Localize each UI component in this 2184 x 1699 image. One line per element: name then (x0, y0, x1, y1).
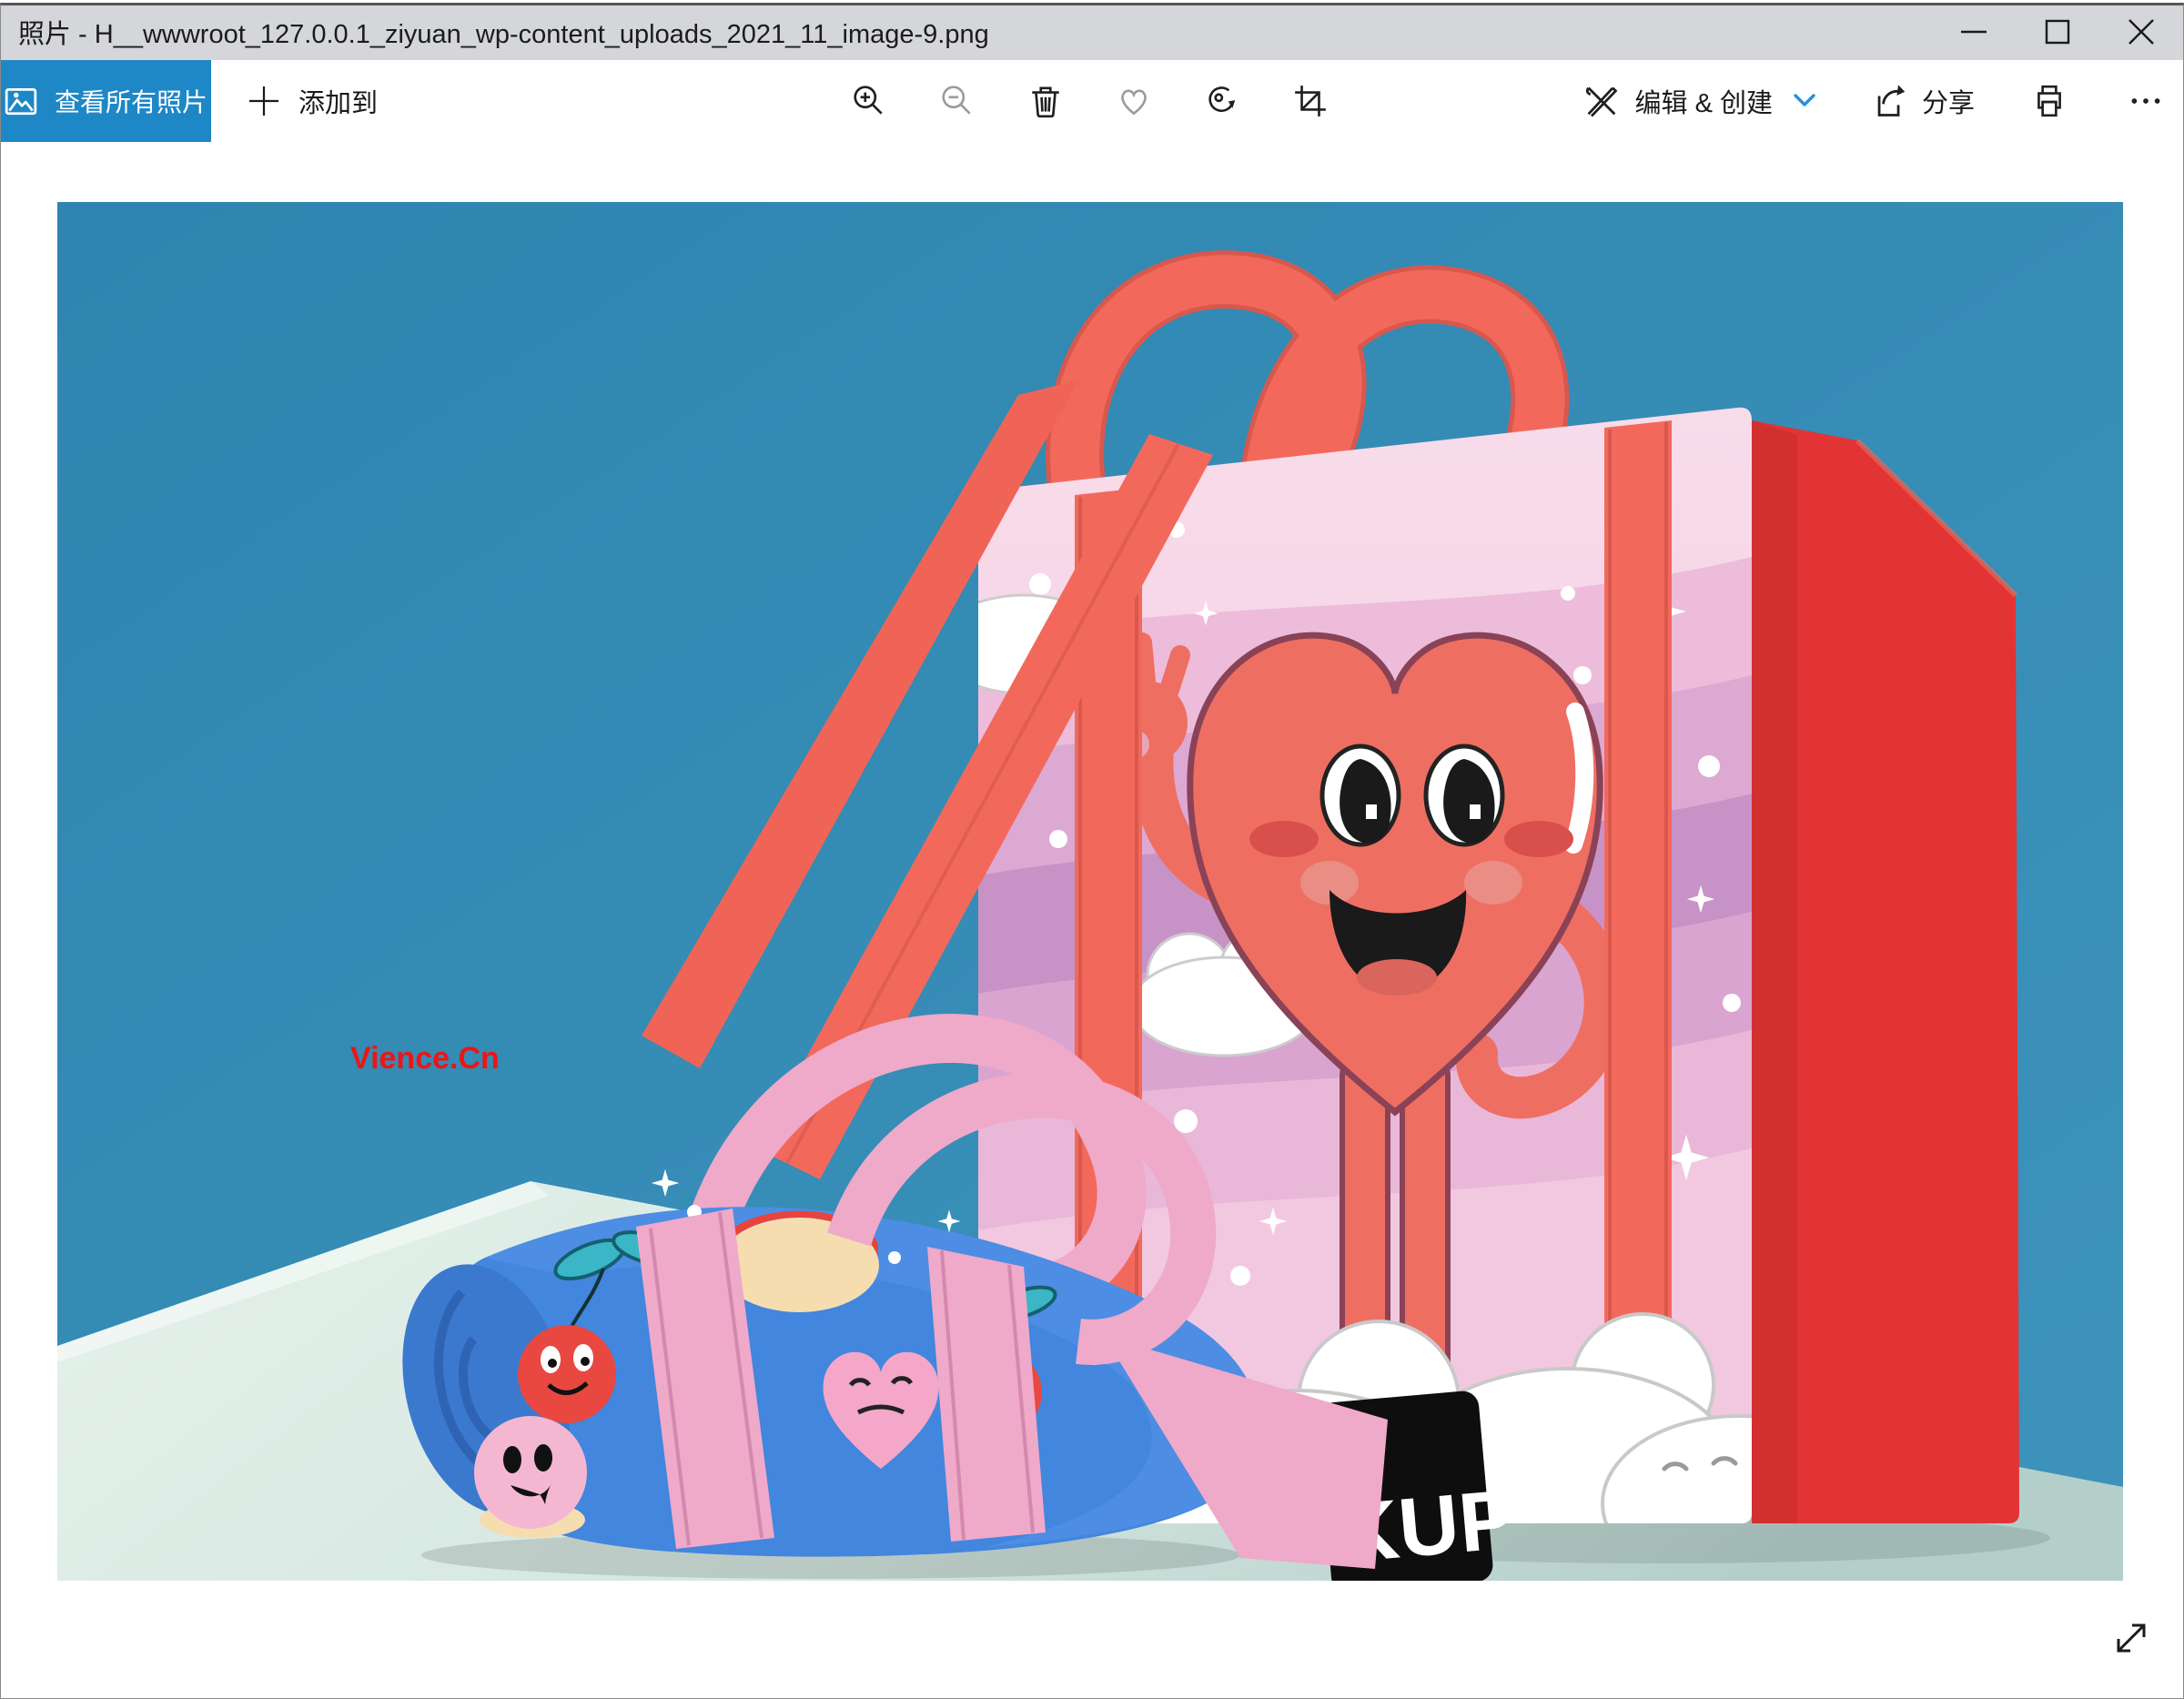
close-icon (2127, 17, 2156, 46)
maximize-button[interactable] (2016, 3, 2099, 60)
heart-icon (1116, 83, 1152, 119)
edit-create-icon (1582, 82, 1621, 120)
window-title: 照片 - H__wwwroot_127.0.0.1_ziyuan_wp-cont… (0, 13, 989, 51)
window-controls (1932, 3, 2183, 60)
edit-create-button[interactable]: 编辑 & 创建 (1582, 82, 1816, 120)
edit-create-label: 编辑 & 创建 (1635, 82, 1773, 120)
watermark-text: Vience.Cn (350, 1041, 500, 1076)
view-all-photos-label: 查看所有照片 (55, 83, 207, 119)
bag-side-panel (1752, 420, 2019, 1523)
zoom-out-button[interactable] (939, 74, 976, 128)
add-to-button[interactable]: 添加到 (248, 60, 378, 142)
add-to-label: 添加到 (298, 82, 378, 120)
trash-icon (1027, 83, 1064, 119)
photo-gallery-icon (4, 84, 38, 118)
plus-icon (248, 85, 280, 117)
crop-icon (1292, 83, 1329, 119)
view-all-photos-button[interactable]: 查看所有照片 (0, 60, 211, 142)
expand-icon (2109, 1614, 2153, 1662)
chevron-down-icon (1793, 92, 1816, 110)
print-button[interactable] (2031, 74, 2068, 128)
pink-blob-character (474, 1416, 587, 1538)
favorite-button[interactable] (1116, 74, 1152, 128)
zoom-out-icon (939, 83, 976, 119)
maximize-icon (2043, 17, 2072, 46)
share-button[interactable]: 分享 (1869, 82, 1975, 120)
center-tools (851, 60, 1329, 142)
expand-fullscreen-button[interactable] (2104, 1611, 2159, 1665)
zoom-in-icon (851, 83, 887, 119)
ellipsis-icon (2128, 82, 2164, 120)
photo-image[interactable]: KUP (57, 202, 2123, 1581)
titlebar: 照片 - H__wwwroot_127.0.0.1_ziyuan_wp-cont… (0, 3, 2184, 60)
minimize-button[interactable] (1932, 3, 2016, 60)
photo-canvas: KUP (0, 142, 2184, 1696)
toolbar: 查看所有照片 添加到 (0, 60, 2184, 142)
see-more-button[interactable] (2128, 74, 2164, 128)
crop-button[interactable] (1292, 74, 1329, 128)
cherry-character (518, 1325, 616, 1423)
delete-button[interactable] (1027, 74, 1064, 128)
minimize-icon (1959, 17, 1988, 46)
print-icon (2031, 82, 2068, 120)
rotate-icon (1204, 83, 1240, 119)
zoom-in-button[interactable] (851, 74, 887, 128)
right-tools: 编辑 & 创建 分享 (1582, 60, 2184, 142)
share-icon (1869, 82, 1907, 120)
photo-illustration: KUP (57, 202, 2123, 1581)
close-button[interactable] (2099, 3, 2183, 60)
rotate-button[interactable] (1204, 74, 1240, 128)
share-label: 分享 (1922, 82, 1975, 120)
